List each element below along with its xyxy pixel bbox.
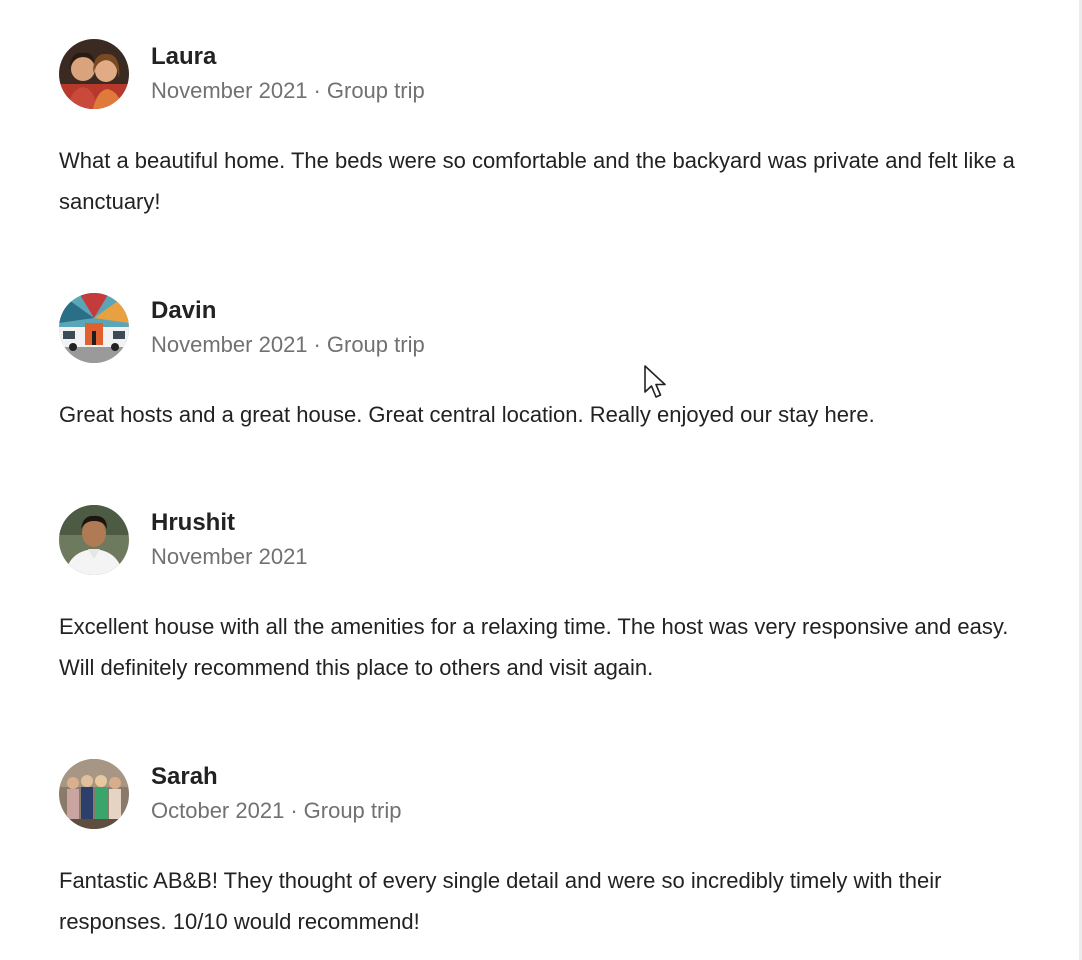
avatar[interactable] bbox=[59, 505, 129, 575]
reviews-page: Laura November 2021 · Group trip What a be… bbox=[0, 0, 1082, 960]
review-date-line: November 2021 · Group trip bbox=[151, 330, 425, 360]
review-text: Excellent house with all the amenities f… bbox=[59, 614, 1009, 680]
review-meta: Laura November 2021 · Group trip bbox=[151, 42, 425, 106]
review-text: Fantastic AB&B! They thought of every si… bbox=[59, 868, 942, 934]
review-header: Davin November 2021 · Group trip bbox=[59, 292, 1049, 364]
reviewer-name[interactable]: Hrushit bbox=[151, 508, 308, 538]
avatar-photo-group-icon bbox=[59, 759, 129, 829]
mouse-pointer-icon bbox=[644, 365, 666, 398]
review-meta: Davin November 2021 · Group trip bbox=[151, 296, 425, 360]
avatar[interactable] bbox=[59, 39, 129, 109]
avatar-photo-man-icon bbox=[59, 505, 129, 575]
review-item: Laura November 2021 · Group trip What a be… bbox=[59, 38, 1049, 222]
review-date: October 2021 bbox=[151, 798, 285, 823]
review-header: Hrushit November 2021 bbox=[59, 504, 1049, 576]
review-date: November 2021 bbox=[151, 544, 308, 569]
review-text: Great hosts and a great house. Great cen… bbox=[59, 402, 875, 427]
review-date: November 2021 bbox=[151, 78, 308, 103]
separator: · bbox=[313, 332, 321, 357]
reviewer-name[interactable]: Davin bbox=[151, 296, 425, 326]
separator: · bbox=[313, 78, 321, 103]
review-item: Davin November 2021 · Group trip Great hos… bbox=[59, 292, 1049, 435]
review-text: What a beautiful home. The beds were so … bbox=[59, 148, 1015, 214]
review-date: November 2021 bbox=[151, 332, 308, 357]
review-date-line: November 2021 bbox=[151, 542, 308, 572]
avatar[interactable] bbox=[59, 293, 129, 363]
avatar[interactable] bbox=[59, 759, 129, 829]
review-meta: Hrushit November 2021 bbox=[151, 508, 308, 572]
trip-type: Group trip bbox=[303, 798, 402, 823]
separator: · bbox=[290, 798, 298, 823]
avatar-photo-two-women-icon bbox=[59, 39, 129, 109]
trip-type: Group trip bbox=[326, 78, 425, 103]
review-date-line: November 2021 · Group trip bbox=[151, 76, 425, 106]
trip-type: Group trip bbox=[326, 332, 425, 357]
reviewer-name[interactable]: Laura bbox=[151, 42, 425, 72]
review-item: Hrushit November 2021 Excellent house wi… bbox=[59, 504, 1049, 688]
reviewer-name[interactable]: Sarah bbox=[151, 762, 401, 792]
review-date-line: October 2021 · Group trip bbox=[151, 796, 401, 826]
review-header: Laura November 2021 · Group trip bbox=[59, 38, 1049, 110]
avatar-photo-mural-van-icon bbox=[59, 293, 129, 363]
review-header: Sarah October 2021 · Group trip bbox=[59, 758, 1049, 830]
review-item: Sarah October 2021 · Group trip Fantastic … bbox=[59, 758, 1049, 942]
review-meta: Sarah October 2021 · Group trip bbox=[151, 762, 401, 826]
